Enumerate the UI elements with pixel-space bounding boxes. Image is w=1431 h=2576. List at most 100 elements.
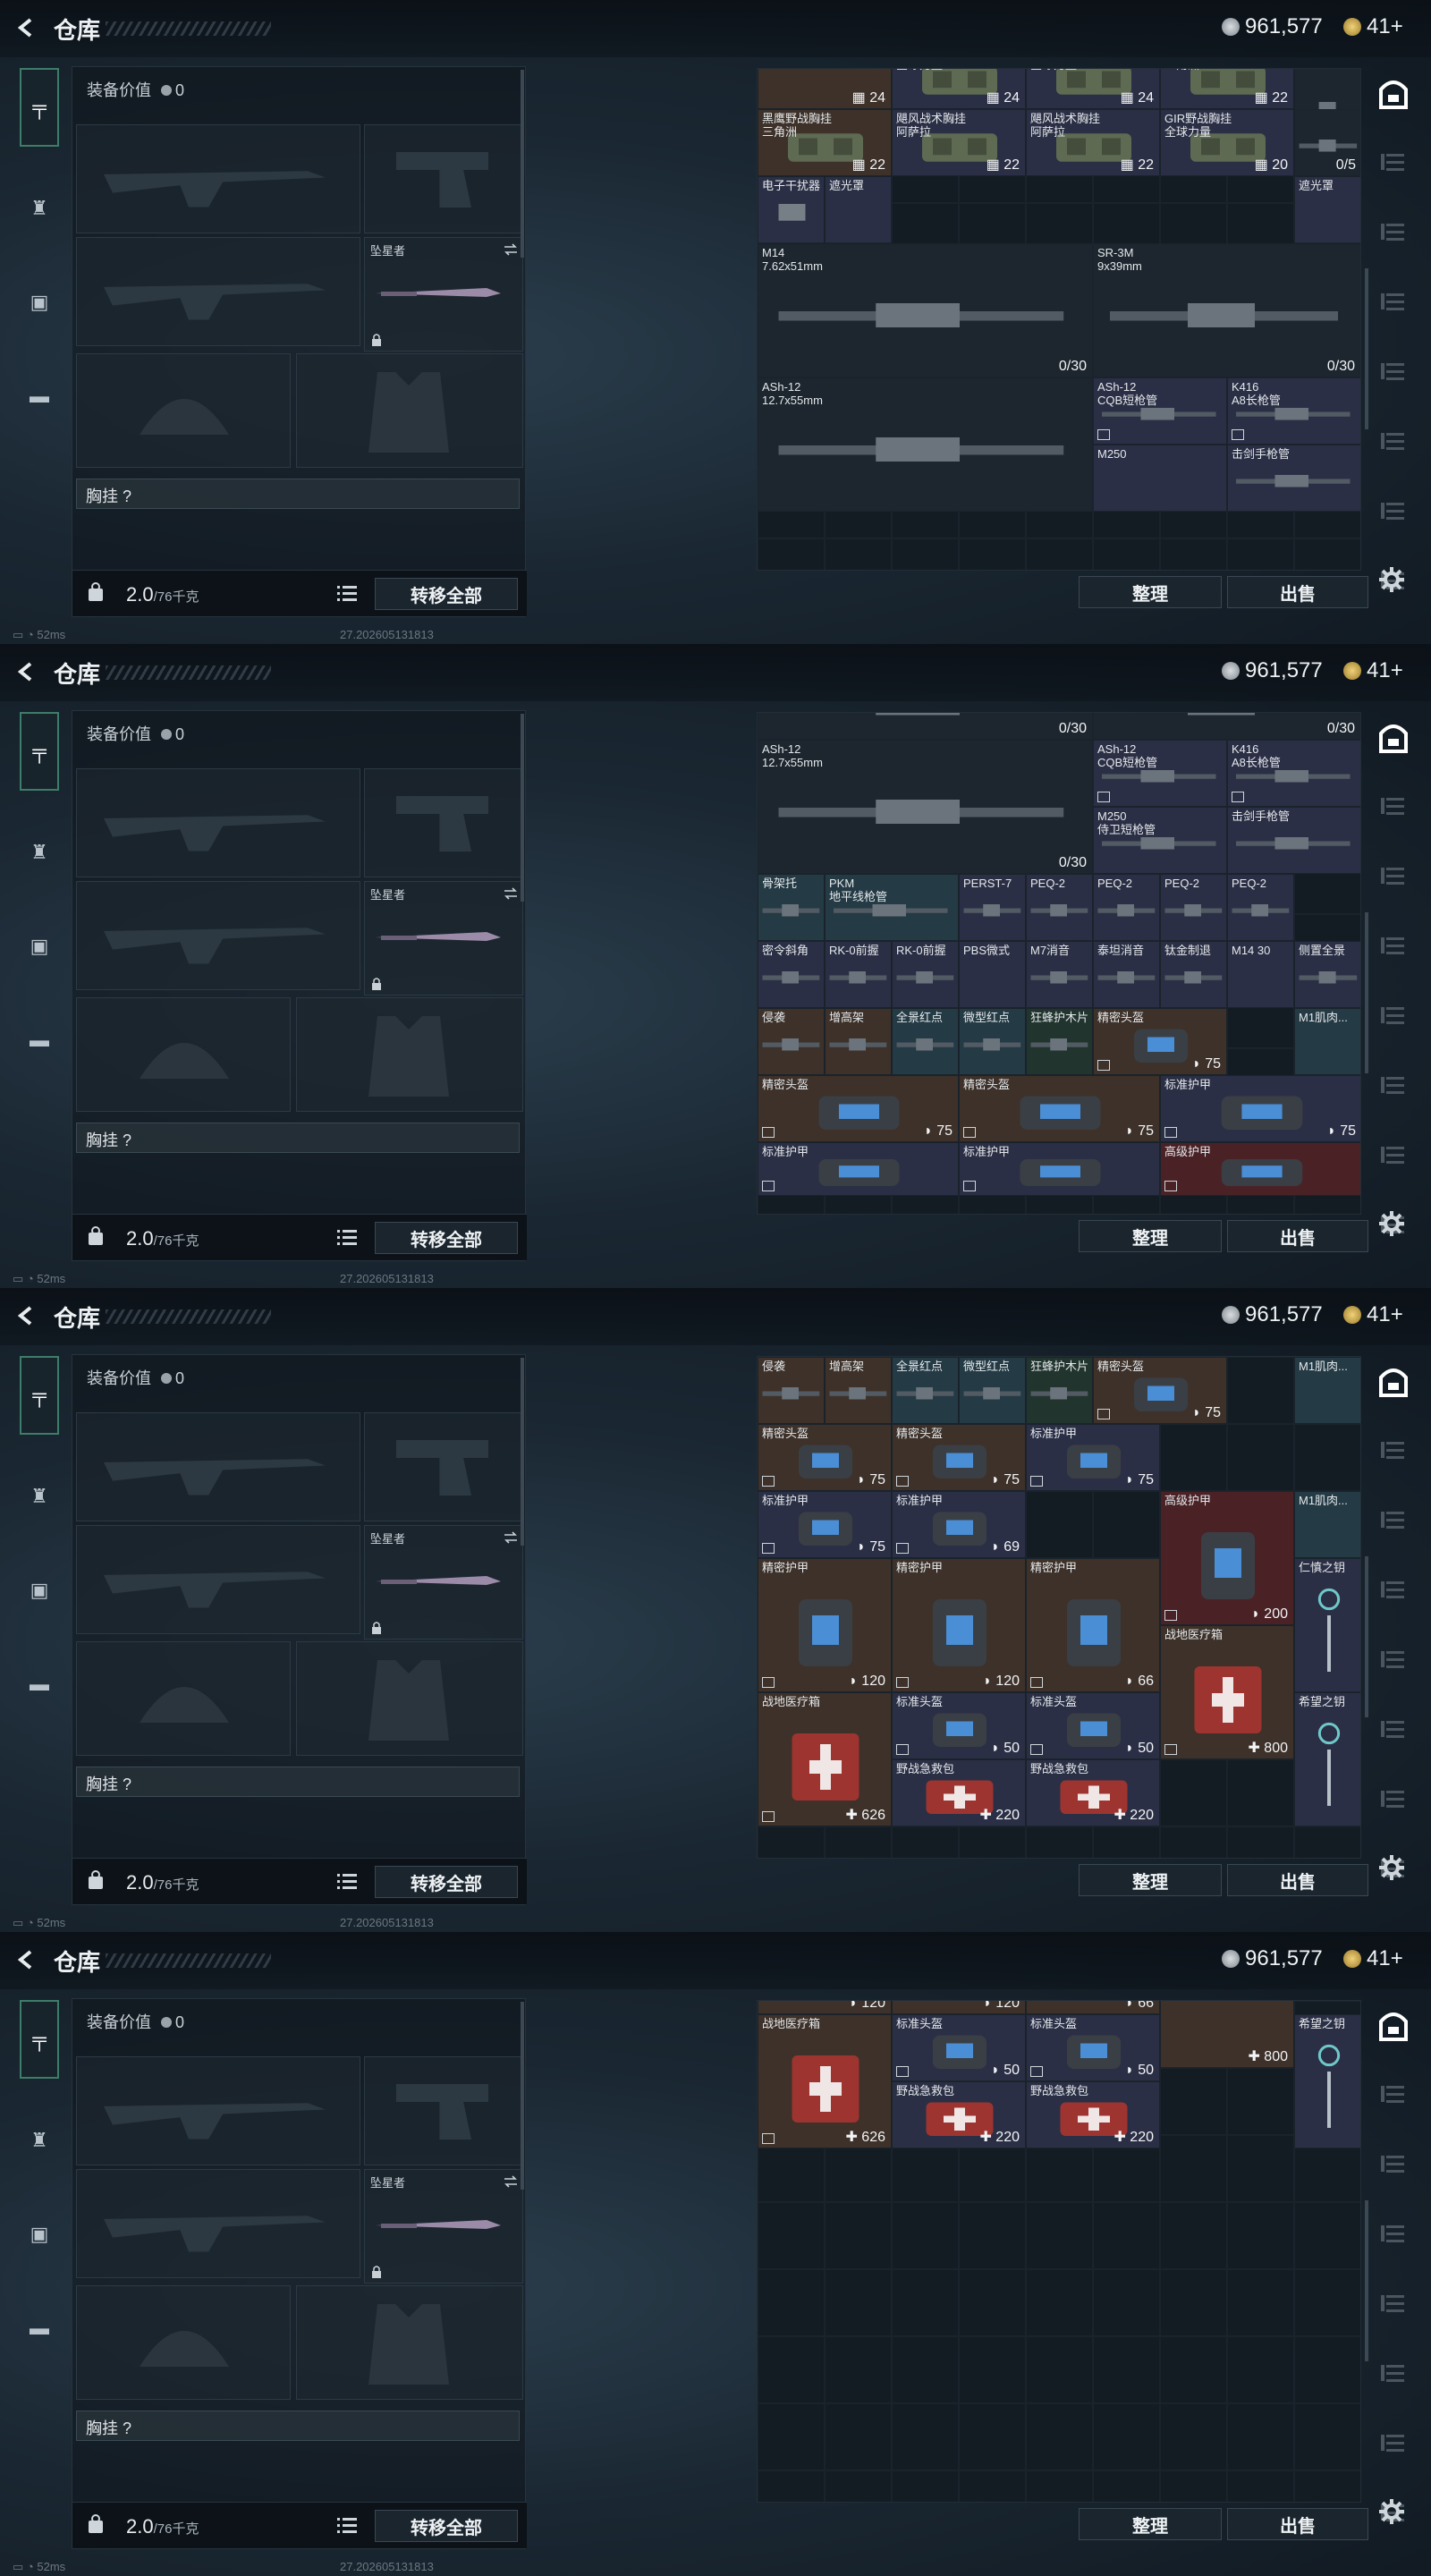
sort-button[interactable]: 整理 (1079, 1864, 1222, 1896)
briefcase-tab-icon[interactable]: ▬ (20, 1021, 59, 1060)
inventory-item[interactable]: DAR突击手胸挂 全球力量 ▦ 24 (892, 69, 1026, 109)
inventory-item[interactable]: 击剑手枪管 (1227, 445, 1360, 512)
inventory-item[interactable]: 遮光罩 (1294, 176, 1360, 243)
chest-rig-slot[interactable]: 胸挂 ? (76, 1767, 520, 1797)
inventory-item[interactable]: 野战急救包 ✚ 220 (892, 2081, 1026, 2148)
inventory-item[interactable]: 精密头盔 ◗ 75 (758, 1075, 959, 1142)
helmet-tab-icon[interactable]: ♜ (20, 189, 59, 228)
armor-slot[interactable] (296, 1641, 523, 1756)
melee-slot[interactable]: 坠星者 (364, 237, 523, 352)
primary-weapon-slot[interactable] (76, 1412, 360, 1521)
transfer-all-button[interactable]: 转移全部 (375, 2510, 518, 2542)
inventory-item[interactable]: 精密头盔 ◗ 75 (959, 1075, 1160, 1142)
inventory-item[interactable]: 侵袭 (758, 1357, 825, 1424)
inventory-item[interactable]: 增高架 (825, 1008, 892, 1075)
sell-button[interactable]: 出售 (1227, 1864, 1368, 1896)
inventory-item[interactable]: 钛金制退 (1160, 941, 1227, 1008)
helmet-tab-icon[interactable]: ♜ (20, 1477, 59, 1516)
inventory-item[interactable]: 标准护甲 ◗ 75 (1160, 1075, 1360, 1142)
inventory-item[interactable]: 战地医疗箱 ✚ 626 (758, 1692, 892, 1826)
storage-tab-icon[interactable] (1376, 1712, 1411, 1748)
inventory-item[interactable]: M250 (1093, 445, 1227, 512)
inventory-item[interactable]: 泰坦消音 (1093, 941, 1160, 1008)
inventory-item[interactable]: PEQ-2 (1227, 874, 1294, 941)
weapon-tab-icon[interactable]: ╤ (20, 712, 59, 791)
inventory-item[interactable]: 增高架 (825, 1357, 892, 1424)
storage-tab-icon[interactable] (1376, 2077, 1411, 2113)
inventory-item[interactable]: 全景红点 (892, 1008, 959, 1075)
inventory-item[interactable]: 黑鹰野战胸挂 三角洲 ▦ 22 (1160, 69, 1294, 109)
inventory-item[interactable]: 野战急救包 ✚ 220 (1026, 2081, 1160, 2148)
inventory-item[interactable]: M1肌肉... (1294, 1357, 1360, 1424)
inventory-item[interactable]: DAR突击手胸挂 全球力量 ▦ 24 (1026, 69, 1160, 109)
sort-button[interactable]: 整理 (1079, 576, 1222, 608)
inventory-item[interactable]: 战地医疗箱 ✚ 800 (1160, 1625, 1294, 1759)
inventory-item[interactable]: ✚ 800 (1160, 2001, 1294, 2068)
storage-tab-icon[interactable] (1376, 494, 1411, 530)
sell-button[interactable]: 出售 (1227, 1220, 1368, 1252)
inventory-item[interactable]: 标准头盔 ◗ 50 (1026, 2014, 1160, 2081)
inventory-item[interactable]: PEQ-2 (1160, 874, 1227, 941)
inventory-item[interactable]: M7消音 (1026, 941, 1093, 1008)
helmet-tab-icon[interactable]: ♜ (20, 2121, 59, 2160)
storage-tab-icon[interactable] (1376, 2426, 1411, 2462)
inventory-item[interactable]: 遮光罩 (825, 176, 892, 243)
inventory-item[interactable]: ASh-12 CQB短枪管 (1093, 377, 1227, 445)
chest-rig-slot[interactable]: 胸挂 ? (76, 1123, 520, 1153)
storage-tab-icon[interactable] (1376, 1782, 1411, 1818)
inventory-item[interactable]: 高级护甲 ◗ 200 (1160, 1491, 1294, 1625)
vault-icon[interactable] (1376, 2007, 1411, 2043)
inventory-item[interactable]: ASh-12 CQB短枪管 (1093, 740, 1227, 807)
left-scrollbar[interactable] (521, 2002, 524, 2190)
inventory-item[interactable]: 精密头盔 ◗ 75 (1093, 1008, 1227, 1075)
inventory-item[interactable]: 全景红点 (892, 1357, 959, 1424)
storage-tab-icon[interactable] (1376, 1138, 1411, 1174)
inventory-item[interactable]: 标准护甲 (758, 1142, 959, 1196)
storage-tab-icon[interactable] (1376, 928, 1411, 964)
inventory-item[interactable]: 微型红点 (959, 1008, 1026, 1075)
inventory-item[interactable]: RK-0前握 (892, 941, 959, 1008)
inventory-item[interactable]: ◗ 120 (892, 2001, 1026, 2014)
storage-tab-icon[interactable] (1376, 1068, 1411, 1104)
inventory-item[interactable]: 飓风战术胸挂 阿萨拉 ▦ 22 (1026, 109, 1160, 176)
storage-tab-icon[interactable] (1376, 2216, 1411, 2252)
pistol-slot[interactable] (364, 124, 523, 233)
pistol-slot[interactable] (364, 1412, 523, 1521)
inventory-item[interactable]: 精密护甲 ◗ 120 (892, 1558, 1026, 1692)
inventory-item[interactable]: M1肌肉... (1294, 1008, 1360, 1075)
left-scrollbar[interactable] (521, 70, 524, 258)
storage-tab-icon[interactable] (1376, 424, 1411, 460)
inventory-item[interactable]: 精密头盔 ◗ 75 (1093, 1357, 1227, 1424)
gear-icon[interactable] (1377, 565, 1406, 594)
back-arrow-icon[interactable] (16, 1306, 36, 1326)
inventory-item[interactable]: 标准头盔 ◗ 50 (892, 2014, 1026, 2081)
inventory-item[interactable]: SR-3M 9x39mm 0/30 (1093, 243, 1360, 377)
inventory-item[interactable]: PEQ-2 (1093, 874, 1160, 941)
melee-slot[interactable]: 坠星者 (364, 881, 523, 996)
weapon-tab-icon[interactable]: ╤ (20, 68, 59, 147)
inventory-item[interactable]: M14 30 (1227, 941, 1294, 1008)
chest-rig-slot[interactable]: 胸挂 ? (76, 479, 520, 509)
inventory-item[interactable]: 0/5 (1294, 109, 1360, 176)
primary-weapon-slot[interactable] (76, 124, 360, 233)
inventory-item[interactable]: RK-0前握 (825, 941, 892, 1008)
inventory-item[interactable]: ◗ 66 (1026, 2001, 1160, 2014)
armor-slot[interactable] (296, 2285, 523, 2400)
inventory-item[interactable]: 精密头盔 ◗ 75 (758, 1424, 892, 1491)
storage-tab-icon[interactable] (1376, 1572, 1411, 1608)
back-arrow-icon[interactable] (16, 1950, 36, 1970)
inventory-item[interactable]: 击剑手枪管 (1227, 807, 1360, 874)
inventory-item[interactable]: 标准头盔 ◗ 50 (1026, 1692, 1160, 1759)
sell-button[interactable]: 出售 (1227, 2508, 1368, 2540)
inventory-item[interactable]: K416 A8长枪管 (1227, 377, 1360, 445)
inventory-item[interactable]: K416 A8长枪管 (1227, 740, 1360, 807)
inventory-item[interactable]: ◗ 120 (758, 2001, 892, 2014)
inventory-item[interactable]: 狂蜂护木片 (1026, 1008, 1093, 1075)
sort-button[interactable]: 整理 (1079, 2508, 1222, 2540)
transfer-all-button[interactable]: 转移全部 (375, 1866, 518, 1898)
melee-slot[interactable]: 坠星者 (364, 2169, 523, 2284)
briefcase-tab-icon[interactable]: ▬ (20, 377, 59, 416)
helmet-tab-icon[interactable]: ♜ (20, 833, 59, 872)
inventory-item[interactable]: 侧置全景 (1294, 941, 1360, 1008)
inventory-item[interactable]: 标准护甲 ◗ 75 (758, 1491, 892, 1558)
